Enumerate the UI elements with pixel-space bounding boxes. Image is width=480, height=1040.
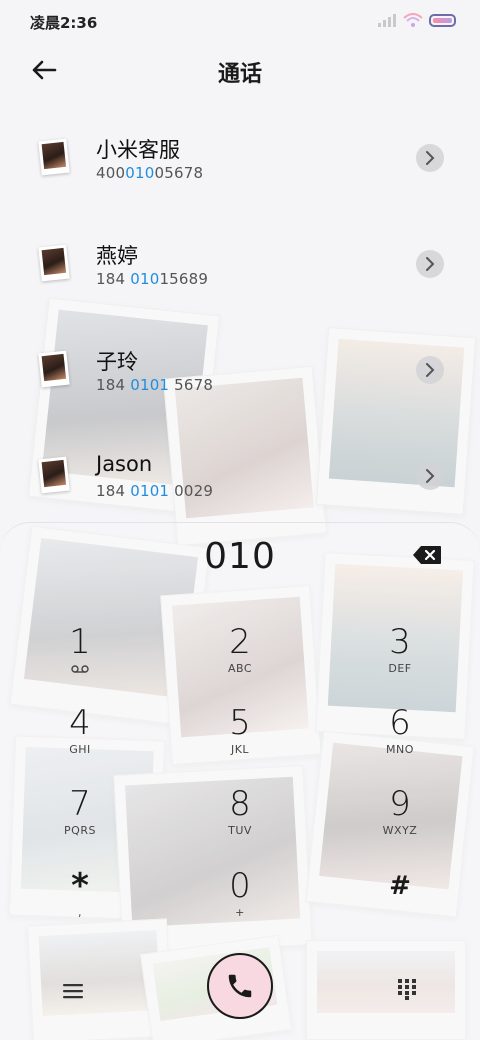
chevron-right-icon xyxy=(426,151,435,165)
match-highlight: 010 xyxy=(130,270,160,288)
match-highlight: 0101 xyxy=(130,376,170,394)
contact-number: 40001005678 xyxy=(96,164,204,182)
contact-name: 子玲 xyxy=(96,350,138,374)
dial-key-4[interactable]: 4 GHI xyxy=(20,703,140,779)
chevron-right-icon xyxy=(426,469,435,483)
contact-row[interactable]: 小米客服 40001005678 xyxy=(0,108,480,214)
contact-details-button[interactable] xyxy=(416,462,444,490)
dialed-number-display: 010 xyxy=(204,536,276,577)
contact-name: 燕婷 xyxy=(96,244,138,268)
avatar xyxy=(38,244,70,282)
dial-key-9[interactable]: 9 WXYZ xyxy=(340,784,460,860)
chevron-right-icon xyxy=(426,363,435,377)
chevron-right-icon xyxy=(426,257,435,271)
contact-name: 小米客服 xyxy=(96,138,180,162)
contact-details-button[interactable] xyxy=(416,356,444,384)
backspace-button[interactable] xyxy=(412,545,442,565)
hamburger-menu-icon xyxy=(63,984,83,999)
contact-suggestion-list: 小米客服 40001005678 燕婷 184 01015689 子玲 184 … xyxy=(0,108,480,532)
contact-details-button[interactable] xyxy=(416,144,444,172)
contact-number: 184 0101 5678 xyxy=(96,376,214,394)
backspace-icon xyxy=(413,546,441,564)
dial-key-5[interactable]: 5 JKL xyxy=(180,703,300,779)
dialpad-icon xyxy=(398,979,416,1000)
avatar xyxy=(38,456,70,494)
voicemail-icon xyxy=(71,665,89,673)
dialpad-toggle-button[interactable] xyxy=(390,972,424,1006)
wifi-icon xyxy=(403,13,423,27)
call-button[interactable] xyxy=(207,953,273,1019)
contact-name: Jason xyxy=(96,452,153,476)
avatar xyxy=(38,350,70,388)
avatar xyxy=(38,138,70,176)
signal-icon xyxy=(378,14,396,27)
contact-row[interactable]: 子玲 184 0101 5678 xyxy=(0,320,480,426)
battery-icon xyxy=(429,13,456,27)
dial-key-6[interactable]: 6 MNO xyxy=(340,703,460,779)
match-highlight: 010 xyxy=(125,164,155,182)
dial-key-0[interactable]: 0 + xyxy=(180,866,300,942)
dial-key-1[interactable]: 1 xyxy=(20,622,140,698)
bottom-action-bar xyxy=(0,950,480,1030)
dial-key-2[interactable]: 2 ABC xyxy=(180,622,300,698)
dial-key-star[interactable]: * , xyxy=(20,866,140,942)
menu-button[interactable] xyxy=(56,974,90,1008)
status-time: 凌晨2:36 xyxy=(30,14,98,32)
match-highlight: 0101 xyxy=(130,482,170,500)
contact-details-button[interactable] xyxy=(416,250,444,278)
status-bar: 凌晨2:36 xyxy=(0,0,480,44)
contact-row[interactable]: 燕婷 184 01015689 xyxy=(0,214,480,320)
contact-row[interactable]: Jason 184 0101 0029 xyxy=(0,426,480,532)
dial-key-7[interactable]: 7 PQRS xyxy=(20,784,140,860)
header: 通话 xyxy=(0,48,480,92)
phone-icon xyxy=(228,974,252,998)
dial-key-8[interactable]: 8 TUV xyxy=(180,784,300,860)
status-icons xyxy=(377,13,456,27)
dial-key-3[interactable]: 3 DEF xyxy=(340,622,460,698)
contact-number: 184 01015689 xyxy=(96,270,209,288)
dial-key-hash[interactable]: # xyxy=(340,866,460,942)
contact-number: 184 0101 0029 xyxy=(96,482,214,500)
page-title: 通话 xyxy=(217,62,262,87)
